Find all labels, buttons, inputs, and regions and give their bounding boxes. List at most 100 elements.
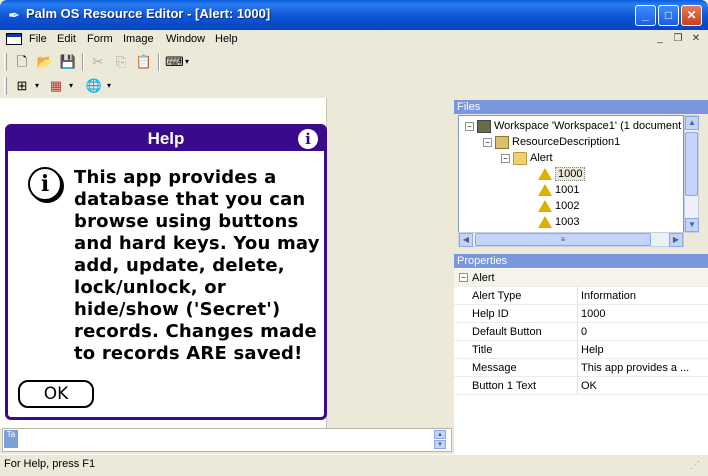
property-value[interactable]: This app provides a ... <box>581 359 705 377</box>
scroll-right-icon[interactable]: ▶ <box>669 233 683 247</box>
tree-node-label: 1000 <box>555 167 586 181</box>
chevron-down-icon[interactable]: ▾ <box>104 77 114 95</box>
menu-help[interactable]: Help <box>215 33 238 45</box>
new-icon[interactable]: 🗋 <box>13 53 31 71</box>
mdi-minimize-button[interactable]: _ <box>654 33 666 45</box>
tree-node-alert-1001[interactable]: 1001 <box>459 182 683 198</box>
palm-alert-dialog[interactable]: Help i i This app provides a database th… <box>5 124 327 420</box>
tree-node-label: 1002 <box>555 200 580 212</box>
window-title: Palm OS Resource Editor - [Alert: 1000] <box>26 6 271 21</box>
property-value[interactable]: 1000 <box>581 305 705 323</box>
property-key: Default Button <box>472 326 542 338</box>
property-value[interactable]: OK <box>581 377 705 395</box>
menu-edit[interactable]: Edit <box>57 33 76 45</box>
keyboard-icon[interactable]: ⌨ <box>165 53 184 71</box>
tree-node-alert-1000[interactable]: 1000 <box>459 166 683 182</box>
toolbar-grip[interactable] <box>4 53 7 71</box>
ok-button[interactable]: OK <box>18 380 94 408</box>
scroll-up-icon[interactable]: ▲ <box>685 116 699 130</box>
property-group-alert[interactable]: − Alert <box>454 269 708 287</box>
color-palette-icon[interactable]: ▦ <box>47 77 65 95</box>
property-value[interactable]: Information <box>581 287 705 305</box>
collapse-icon[interactable]: − <box>459 273 468 282</box>
menu-window[interactable]: Window <box>166 33 205 45</box>
information-icon: i <box>28 167 62 201</box>
property-key: Button 1 Text <box>472 380 537 392</box>
scroll-left-icon[interactable]: ◀ <box>459 233 473 247</box>
scroll-thumb[interactable] <box>685 132 698 196</box>
collapse-icon[interactable]: − <box>465 121 474 131</box>
toolbar-grip[interactable] <box>4 77 7 95</box>
document-window-icon[interactable] <box>6 33 22 45</box>
menu-image[interactable]: Image <box>123 33 154 45</box>
output-tab-strip <box>2 428 452 452</box>
alert-icon <box>538 200 552 213</box>
toolbar-separator <box>82 53 84 71</box>
alert-icon <box>538 216 552 229</box>
layout-icon[interactable]: ⊞ <box>13 77 31 95</box>
property-row[interactable]: Title Help <box>454 341 708 359</box>
paste-icon[interactable]: 📋 <box>135 53 153 71</box>
property-value[interactable]: 0 <box>581 323 705 341</box>
workspace-icon <box>477 119 491 133</box>
collapse-icon[interactable]: − <box>483 137 492 147</box>
resize-grip-icon[interactable]: ⋰ <box>690 460 704 474</box>
globe-icon[interactable]: 🌐 <box>85 77 103 95</box>
maximize-button[interactable]: □ <box>658 5 679 26</box>
mdi-close-button[interactable]: ✕ <box>690 33 702 45</box>
minimize-button[interactable]: _ <box>635 5 656 26</box>
mdi-background <box>326 98 454 428</box>
tree-horizontal-scrollbar[interactable]: ◀ ≡ ▶ <box>458 232 684 247</box>
resource-file-icon <box>495 135 509 149</box>
tree-node-label: 1003 <box>555 216 580 228</box>
property-key: Title <box>472 344 493 356</box>
toolbar-separator <box>158 53 160 71</box>
tree-node-resource[interactable]: − ResourceDescription1 <box>459 134 683 150</box>
menu-file[interactable]: File <box>29 33 47 45</box>
tab-label[interactable]: Ta <box>4 430 18 448</box>
collapse-icon[interactable]: − <box>501 153 510 163</box>
dialog-message: This app provides a database that you ca… <box>74 167 320 364</box>
close-button[interactable]: ✕ <box>681 5 702 26</box>
property-key: Message <box>472 362 517 374</box>
alert-icon <box>538 184 552 197</box>
alert-icon <box>538 168 552 181</box>
menu-form[interactable]: Form <box>87 33 113 45</box>
info-icon[interactable]: i <box>298 129 318 149</box>
scroll-thumb[interactable]: ≡ <box>475 233 651 246</box>
tree-node-label: ResourceDescription1 <box>512 136 621 148</box>
chevron-down-icon[interactable]: ▾ <box>32 77 42 95</box>
property-row[interactable]: Help ID 1000 <box>454 305 708 323</box>
property-key: Alert Type <box>472 290 522 302</box>
scroll-down-icon[interactable]: ▼ <box>434 440 446 449</box>
mdi-restore-button[interactable]: ❐ <box>672 33 684 45</box>
copy-icon[interactable]: ⎘ <box>112 53 130 71</box>
chevron-down-icon[interactable]: ▾ <box>182 53 192 71</box>
tree-node-alert-1002[interactable]: 1002 <box>459 198 683 214</box>
files-pane-header: Files <box>454 100 708 114</box>
save-icon[interactable]: 💾 <box>59 53 77 71</box>
folder-icon <box>513 151 527 165</box>
status-bar <box>0 454 708 476</box>
properties-pane-header: Properties <box>454 254 708 268</box>
properties-pane: Properties − Alert Alert Type Informatio… <box>454 254 708 454</box>
tree-node-alert-1003[interactable]: 1003 <box>459 214 683 230</box>
open-icon[interactable]: 📂 <box>36 53 54 71</box>
tree-node-workspace[interactable]: − Workspace 'Workspace1' (1 document <box>459 118 683 134</box>
scroll-down-icon[interactable]: ▼ <box>685 218 699 232</box>
property-row[interactable]: Default Button 0 <box>454 323 708 341</box>
property-row[interactable]: Message This app provides a ... <box>454 359 708 377</box>
property-row[interactable]: Alert Type Information <box>454 287 708 305</box>
tree-node-label: 1001 <box>555 184 580 196</box>
tree-vertical-scrollbar[interactable]: ▲ ▼ <box>684 115 699 233</box>
scroll-up-icon[interactable]: ▲ <box>434 430 446 439</box>
quill-pen-icon: ✒ <box>8 7 20 23</box>
status-text: For Help, press F1 <box>4 458 96 470</box>
file-tree[interactable]: − Workspace 'Workspace1' (1 document − Res… <box>458 115 684 233</box>
property-value[interactable]: Help <box>581 341 705 359</box>
tree-node-alert-folder[interactable]: − Alert <box>459 150 683 166</box>
chevron-down-icon[interactable]: ▾ <box>66 77 76 95</box>
property-row[interactable]: Button 1 Text OK <box>454 377 708 395</box>
cut-icon[interactable]: ✂ <box>89 53 107 71</box>
tree-node-label: Alert <box>530 152 553 164</box>
